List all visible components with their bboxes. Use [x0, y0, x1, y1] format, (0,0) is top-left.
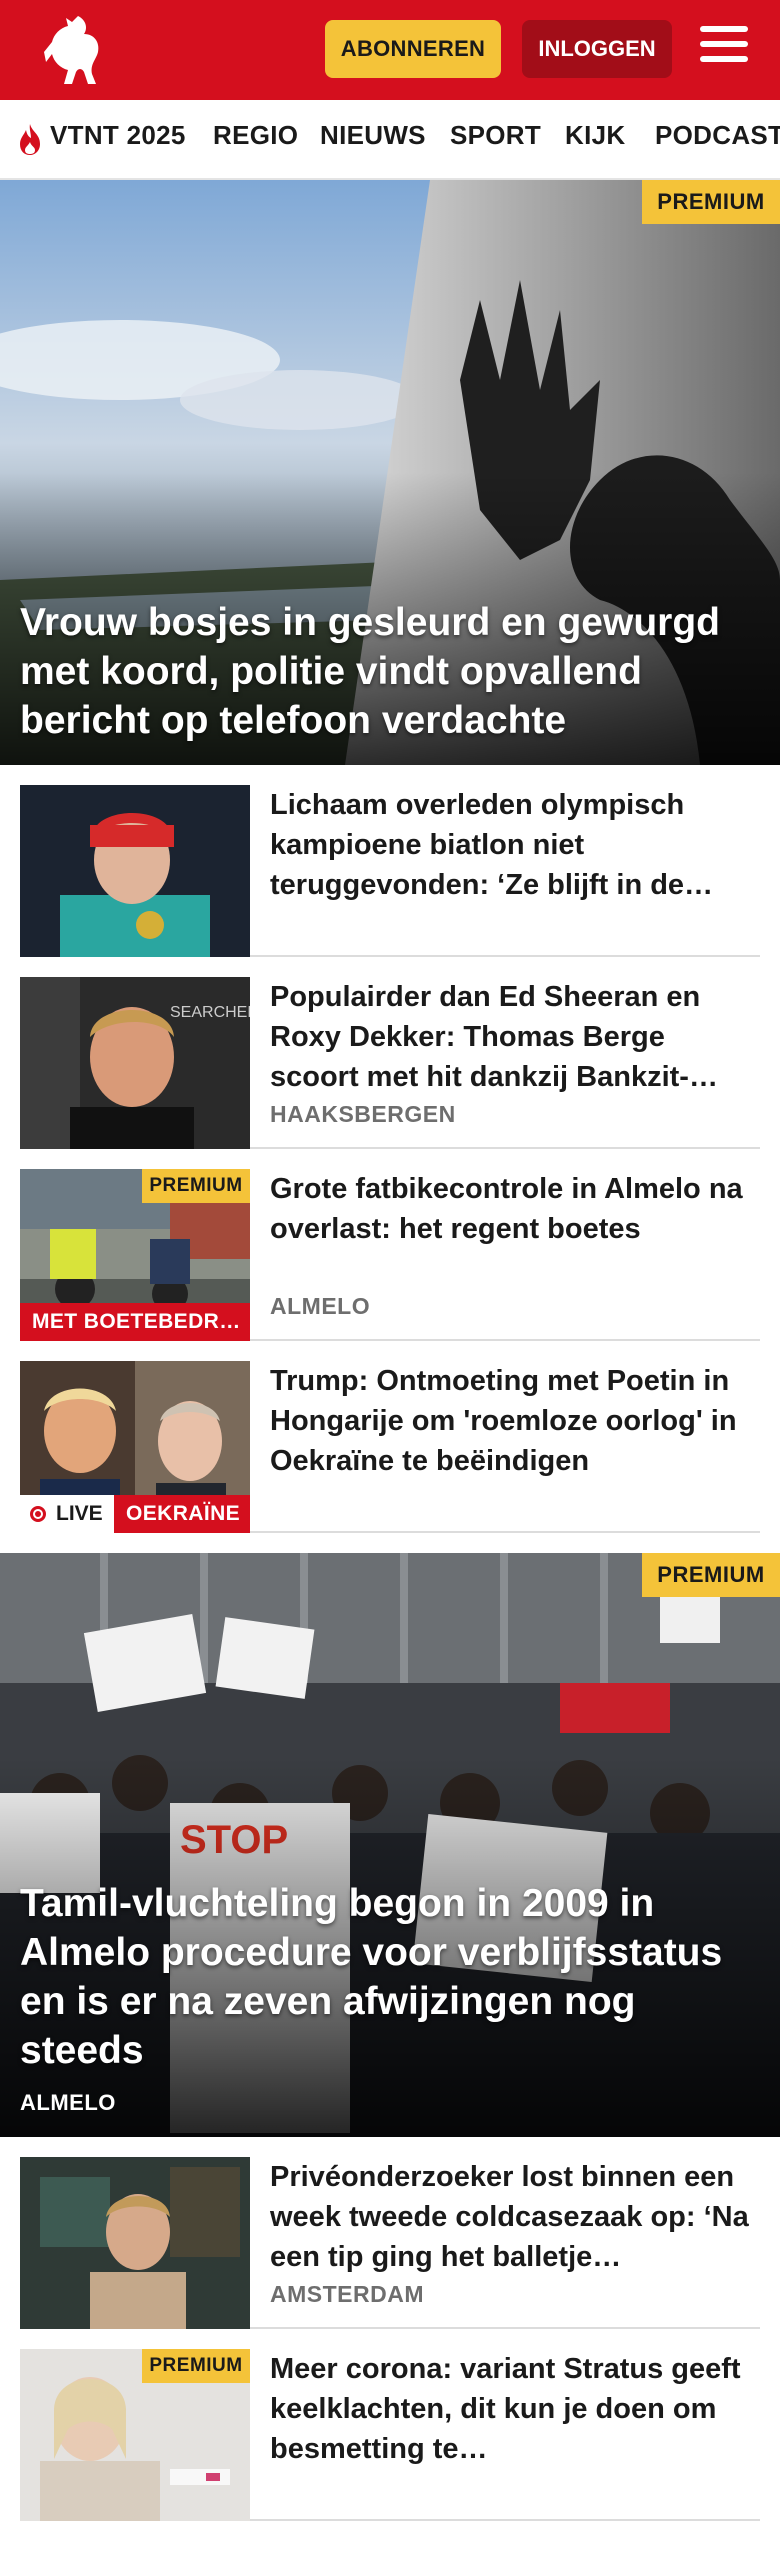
- article-location: AMSTERDAM: [270, 2281, 424, 2307]
- live-dot-icon: [30, 1506, 46, 1522]
- live-label: LIVE: [56, 1502, 103, 1525]
- article-thumbnail: PREMIUM: [20, 2349, 250, 2521]
- login-button[interactable]: INLOGGEN: [522, 20, 672, 78]
- hero-article[interactable]: STOP PREMIUM Tamil-vluchteling begon in …: [0, 1553, 780, 2137]
- nav-item-vtnt[interactable]: VTNT 2025: [50, 120, 186, 151]
- article-location: HAAKSBERGEN: [270, 1101, 456, 1127]
- article-title[interactable]: Populairder dan Ed Sheeran en Roxy Dekke…: [270, 977, 750, 1097]
- premium-badge: PREMIUM: [142, 1169, 250, 1203]
- article-thumbnail: PREMIUM MET BOETEBEDR…: [20, 1169, 250, 1341]
- topic-label: MET BOETEBEDR…: [20, 1303, 250, 1341]
- logo-horse-icon[interactable]: [38, 12, 108, 88]
- section-nav: VTNT 2025 REGIO NIEUWS SPORT KIJK PODCAS…: [0, 100, 780, 180]
- list-item[interactable]: LIVE OEKRAÏNE Trump: Ontmoeting met Poet…: [20, 1341, 760, 1533]
- top-bar: ABONNEREN INLOGGEN: [0, 0, 780, 100]
- article-location: ALMELO: [20, 2090, 116, 2115]
- premium-badge: PREMIUM: [642, 1553, 780, 1597]
- menu-icon[interactable]: [700, 26, 752, 72]
- nav-item-nieuws[interactable]: NIEUWS: [320, 120, 426, 151]
- live-badge: LIVE: [20, 1495, 114, 1533]
- list-item[interactable]: SEARCHERS Populairder dan Ed Sheeran en …: [20, 957, 760, 1149]
- hero-article[interactable]: PREMIUM Vrouw bosjes in gesleurd en gewu…: [0, 180, 780, 765]
- article-thumbnail: LIVE OEKRAÏNE: [20, 1361, 250, 1533]
- topic-label: OEKRAÏNE: [114, 1495, 250, 1533]
- nav-item-podcast[interactable]: PODCAST: [655, 120, 780, 151]
- list-item[interactable]: Lichaam overleden olympisch kampioene bi…: [20, 765, 760, 957]
- article-location: ALMELO: [270, 1293, 371, 1319]
- article-thumbnail: [20, 2157, 250, 2329]
- premium-badge: PREMIUM: [642, 180, 780, 224]
- hero-title[interactable]: Tamil-vluchteling begon in 2009 in Almel…: [20, 1879, 760, 2075]
- flame-icon: [20, 124, 40, 155]
- subscribe-button[interactable]: ABONNEREN: [325, 20, 501, 78]
- premium-badge: PREMIUM: [142, 2349, 250, 2383]
- nav-item-sport[interactable]: SPORT: [450, 120, 541, 151]
- nav-item-kijk[interactable]: KIJK: [565, 120, 625, 151]
- nav-item-regio[interactable]: REGIO: [213, 120, 298, 151]
- article-thumbnail: [20, 785, 250, 957]
- list-item[interactable]: PREMIUM MET BOETEBEDR… Grote fatbikecont…: [20, 1149, 760, 1341]
- article-title[interactable]: Privéonderzoeker lost binnen een week tw…: [270, 2157, 750, 2277]
- list-item[interactable]: PREMIUM Meer corona: variant Stratus gee…: [20, 2329, 760, 2521]
- article-title[interactable]: Trump: Ontmoeting met Poetin in Hongarij…: [270, 1361, 750, 1481]
- article-title[interactable]: Lichaam overleden olympisch kampioene bi…: [270, 785, 750, 905]
- list-item[interactable]: Privéonderzoeker lost binnen een week tw…: [20, 2137, 760, 2329]
- article-title[interactable]: Grote fatbikecontrole in Almelo na overl…: [270, 1169, 750, 1249]
- hero-title[interactable]: Vrouw bosjes in gesleurd en gewurgd met …: [20, 598, 760, 745]
- article-thumbnail: SEARCHERS: [20, 977, 250, 1149]
- article-title[interactable]: Meer corona: variant Stratus geeft keelk…: [270, 2349, 750, 2469]
- svg-text:SEARCHERS: SEARCHERS: [170, 1004, 250, 1021]
